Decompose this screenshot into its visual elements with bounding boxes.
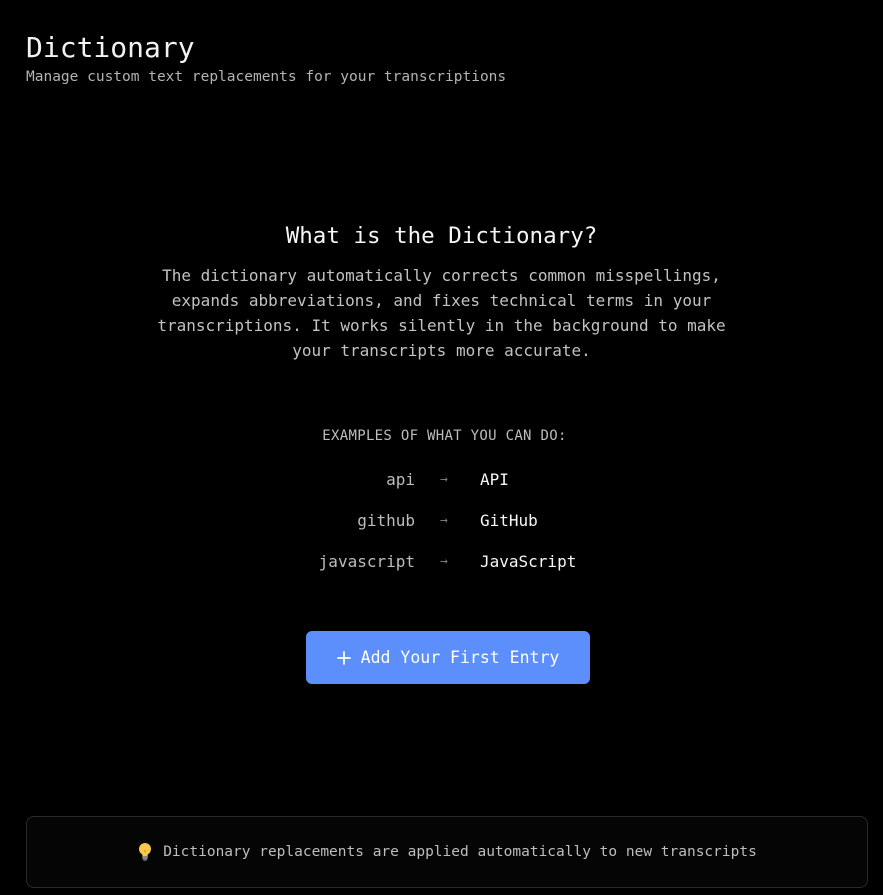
intro-heading: What is the Dictionary?	[285, 223, 598, 249]
page-header: Dictionary Manage custom text replacemen…	[26, 30, 506, 87]
info-content: Dictionary replacements are applied auto…	[137, 842, 757, 862]
intro-description: The dictionary automatically corrects co…	[157, 266, 726, 360]
arrow-right-icon: →	[440, 513, 448, 528]
lightbulb-icon	[137, 842, 153, 862]
example-to: API	[480, 470, 509, 489]
info-banner: Dictionary replacements are applied auto…	[26, 816, 868, 888]
example-row: javascript → JavaScript	[0, 549, 883, 590]
add-first-entry-label: Add Your First Entry	[360, 648, 560, 667]
info-text: Dictionary replacements are applied auto…	[163, 844, 757, 860]
add-first-entry-button[interactable]: Add Your First Entry	[306, 631, 590, 684]
arrow-right-icon: →	[440, 554, 448, 569]
empty-state-intro: What is the Dictionary? The dictionary a…	[0, 219, 883, 363]
arrow-right-icon: →	[440, 472, 448, 487]
page-subtitle: Manage custom text replacements for your…	[26, 69, 507, 85]
examples-list: api → API github → GitHub javascript → J…	[0, 467, 883, 590]
plus-icon	[336, 650, 351, 665]
examples-label: EXAMPLES OF WHAT YOU CAN DO:	[322, 428, 567, 444]
example-from: javascript	[318, 552, 415, 571]
page-title: Dictionary	[26, 31, 195, 64]
example-from: github	[357, 511, 415, 530]
example-to: JavaScript	[480, 552, 577, 571]
example-row: github → GitHub	[0, 508, 883, 549]
example-row: api → API	[0, 467, 883, 508]
examples-section: EXAMPLES OF WHAT YOU CAN DO: api → API g…	[0, 425, 883, 590]
example-to: GitHub	[480, 511, 538, 530]
example-from: api	[386, 470, 415, 489]
